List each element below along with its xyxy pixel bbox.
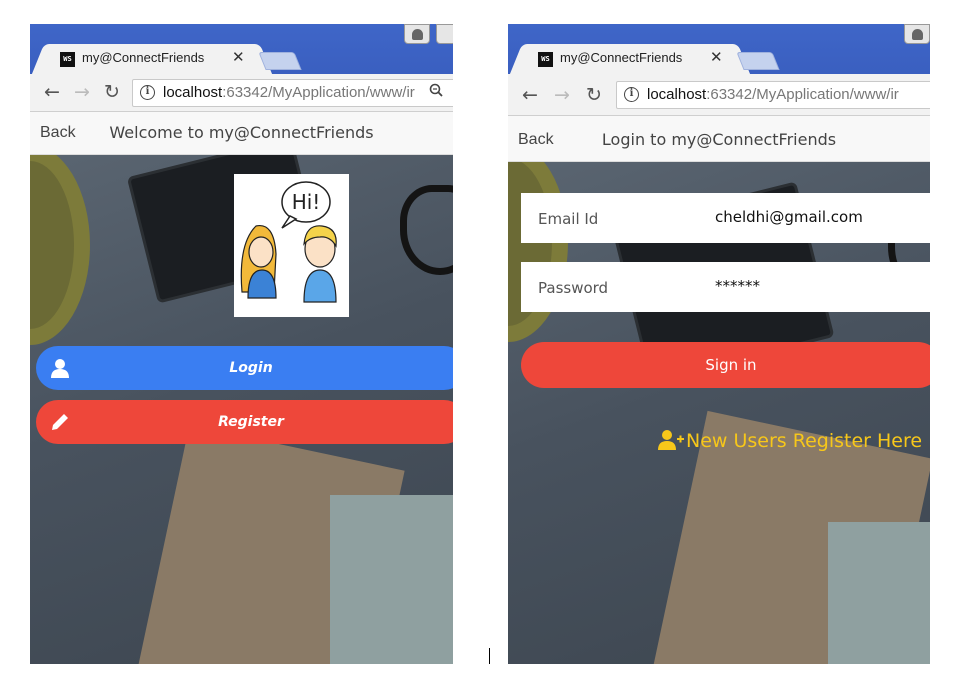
close-tab-icon[interactable]: ✕ [710,48,723,66]
right-browser-window: WS my@ConnectFriends ✕ ← → ↻ i localhost… [508,24,930,664]
reload-icon[interactable]: ↻ [104,82,120,102]
new-user-register-link[interactable]: New Users Register Here [658,430,922,452]
tab-strip: WS my@ConnectFriends ✕ [30,24,453,74]
address-bar[interactable]: i localhost:63342/MyApplication/www/ir [132,79,453,107]
password-value[interactable]: ****** [715,277,760,295]
browser-toolbar: ← → ↻ i localhost:63342/MyApplication/ww… [508,74,930,116]
close-tab-icon[interactable]: ✕ [232,48,245,66]
url-text: localhost:63342/MyApplication/www/ir [647,86,899,103]
pencil-icon [52,414,68,430]
password-label: Password [538,279,609,297]
email-field[interactable]: Email Id cheldhi@gmail.com [521,193,930,243]
person-icon [912,29,923,40]
url-text: localhost:63342/MyApplication/www/ir [163,84,415,101]
page-title: Welcome to my@ConnectFriends [109,123,374,142]
browser-tab[interactable]: WS my@ConnectFriends ✕ [48,44,256,74]
new-tab-button[interactable] [736,52,780,70]
email-value[interactable]: cheldhi@gmail.com [715,208,863,226]
left-browser-window: WS my@ConnectFriends ✕ ← → ↻ i localhost… [30,24,453,664]
email-label: Email Id [538,210,599,228]
register-link-label: New Users Register Here [686,430,923,452]
profile-button[interactable] [904,24,930,44]
page-title: Login to my@ConnectFriends [601,130,837,149]
forward-arrow-icon[interactable]: → [74,82,90,102]
person-icon [412,29,423,40]
hi-speech-text: Hi! [292,190,321,214]
info-icon[interactable]: i [624,87,639,102]
tab-title: my@ConnectFriends [82,50,205,65]
minimize-button[interactable] [436,24,453,44]
new-tab-button[interactable] [258,52,302,70]
tab-strip: WS my@ConnectFriends ✕ [508,24,930,74]
login-button[interactable]: Login [36,346,453,390]
profile-button[interactable] [404,24,430,44]
hi-friends-image: Hi! [234,174,349,317]
tab-title: my@ConnectFriends [560,50,683,65]
info-icon[interactable]: i [140,85,155,100]
webstorm-favicon-icon: WS [538,52,553,67]
add-user-icon [658,430,684,450]
text-cursor [489,648,490,664]
reload-icon[interactable]: ↻ [586,85,602,105]
back-arrow-icon[interactable]: ← [44,82,60,102]
register-button[interactable]: Register [36,400,453,444]
zoom-icon[interactable] [429,83,443,103]
app-header: Back Login to my@ConnectFriends [508,116,930,162]
webstorm-favicon-icon: WS [60,52,75,67]
back-arrow-icon[interactable]: ← [522,85,538,105]
login-label: Login [229,360,273,376]
user-icon [51,359,69,378]
app-header: Back Welcome to my@ConnectFriends [30,112,453,155]
forward-arrow-icon[interactable]: → [554,85,570,105]
password-field[interactable]: Password ****** [521,262,930,312]
register-label: Register [218,414,284,430]
browser-toolbar: ← → ↻ i localhost:63342/MyApplication/ww… [30,74,453,112]
sign-in-button[interactable]: Sign in [521,342,930,388]
address-bar[interactable]: i localhost:63342/MyApplication/www/ir [616,81,930,109]
browser-tab[interactable]: WS my@ConnectFriends ✕ [526,44,734,74]
